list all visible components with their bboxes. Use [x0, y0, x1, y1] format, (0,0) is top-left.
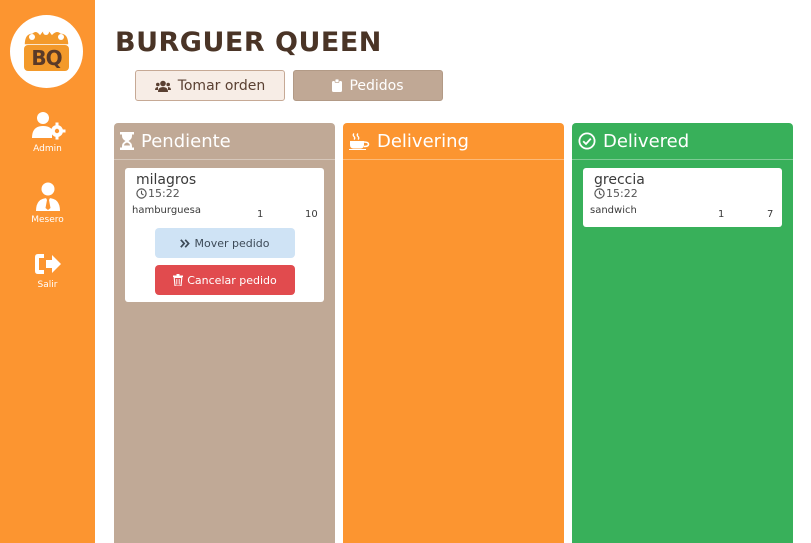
users-icon: [154, 80, 171, 92]
move-order-button[interactable]: Mover pedido: [155, 228, 295, 258]
sidebar-item-admin[interactable]: Admin: [0, 110, 95, 154]
column-delivered: Delivered greccia 15:22 sandwich 1 7: [572, 123, 793, 543]
order-client: greccia: [594, 172, 645, 188]
sidebar: BQ Admin Mesero Salir: [0, 0, 95, 543]
order-time: 15:22: [136, 187, 180, 200]
user-gear-icon: [31, 112, 65, 140]
double-chevron-right-icon: [180, 238, 191, 248]
logo-text: BQ: [31, 46, 62, 70]
column-header: Pendiente: [114, 123, 335, 160]
column-title: Delivering: [377, 130, 469, 152]
tab-label: Pedidos: [349, 77, 404, 94]
order-item-price: 7: [767, 209, 774, 220]
order-time-value: 15:22: [606, 187, 638, 200]
order-item-qty: 1: [718, 209, 725, 220]
clipboard-icon: [332, 79, 343, 92]
sidebar-item-salir[interactable]: Salir: [0, 252, 95, 290]
order-time: 15:22: [594, 187, 638, 200]
column-title: Delivered: [603, 130, 690, 152]
sidebar-item-mesero[interactable]: Mesero: [0, 182, 95, 225]
hourglass-icon: [120, 132, 134, 150]
order-time-value: 15:22: [148, 187, 180, 200]
page-title: BURGUER QUEEN: [115, 27, 382, 58]
clock-icon: [136, 188, 147, 199]
column-delivering: Delivering: [343, 123, 564, 543]
tab-label: Tomar orden: [177, 77, 266, 94]
coffee-icon: [349, 132, 370, 150]
column-header: Delivered: [572, 123, 793, 160]
logo: BQ: [10, 15, 83, 88]
cancel-order-label: Cancelar pedido: [187, 273, 277, 287]
order-card: greccia 15:22 sandwich 1 7: [583, 168, 782, 227]
cancel-order-button[interactable]: Cancelar pedido: [155, 265, 295, 295]
sidebar-item-label: Salir: [37, 280, 58, 290]
order-item-name: sandwich: [590, 205, 637, 216]
sign-out-icon: [34, 254, 61, 274]
trash-icon: [173, 274, 184, 286]
check-circle-icon: [578, 132, 596, 150]
tab-tomar-orden[interactable]: Tomar orden: [135, 70, 285, 101]
column-pendiente: Pendiente milagros 15:22 hamburguesa 1 1…: [114, 123, 335, 543]
sidebar-item-label: Admin: [33, 144, 62, 154]
order-item-name: hamburguesa: [132, 205, 202, 216]
order-item-qty: 1: [257, 209, 264, 220]
move-order-label: Mover pedido: [194, 236, 270, 250]
tab-pedidos[interactable]: Pedidos: [293, 70, 443, 101]
column-header: Delivering: [343, 123, 564, 160]
sidebar-item-label: Mesero: [31, 215, 64, 225]
user-tie-icon: [35, 182, 60, 211]
order-card: milagros 15:22 hamburguesa 1 10 Mover pe…: [125, 168, 324, 302]
column-title: Pendiente: [141, 130, 231, 152]
order-item-price: 10: [305, 209, 318, 220]
order-client: milagros: [136, 172, 197, 188]
clock-icon: [594, 188, 605, 199]
